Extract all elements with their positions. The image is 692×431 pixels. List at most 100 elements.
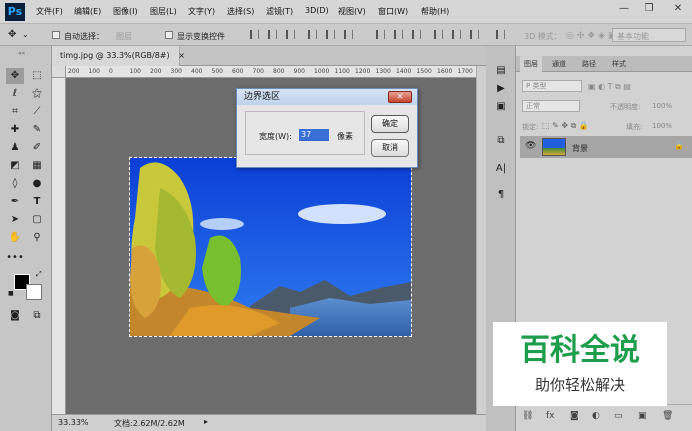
menu-window[interactable]: 窗口(W) bbox=[378, 6, 408, 17]
marquee-tool-icon[interactable]: ⬚ bbox=[28, 68, 46, 84]
new-layer-icon[interactable]: ▣ bbox=[638, 411, 647, 421]
healing-brush-tool-icon[interactable]: ✚ bbox=[6, 122, 24, 138]
menu-file[interactable]: 文件(F) bbox=[36, 6, 63, 17]
add-mask-icon[interactable]: ◙ bbox=[570, 411, 579, 421]
menu-layer[interactable]: 图层(L) bbox=[150, 6, 177, 17]
tab-close-icon[interactable]: × bbox=[178, 51, 185, 60]
character-icon[interactable]: A| bbox=[493, 162, 509, 176]
align-right-icon[interactable] bbox=[344, 30, 353, 39]
ruler-tick-label: 900 bbox=[293, 68, 305, 75]
move-tool-icon[interactable]: ✥ bbox=[6, 68, 24, 84]
status-menu-icon[interactable]: ▸ bbox=[204, 417, 208, 426]
distribute-bottom-icon[interactable] bbox=[412, 30, 421, 39]
minimize-button[interactable]: — bbox=[612, 0, 636, 18]
fill-value[interactable]: 100% bbox=[652, 122, 672, 130]
auto-select-checkbox[interactable] bbox=[52, 31, 60, 39]
ruler-origin[interactable] bbox=[52, 66, 66, 78]
adjustments-icon[interactable]: ▣ bbox=[493, 100, 509, 114]
move-tool-icon[interactable]: ✥ bbox=[8, 29, 16, 40]
workspace-label: 基本功能 bbox=[617, 32, 649, 41]
pen-tool-icon[interactable]: ✒ bbox=[6, 194, 24, 210]
background-color-swatch[interactable] bbox=[26, 284, 42, 300]
quick-mask-icon[interactable]: ◙ bbox=[6, 308, 24, 324]
auto-select-dropdown[interactable]: 图层 bbox=[116, 31, 132, 42]
play-icon[interactable]: ▶ bbox=[493, 82, 509, 96]
align-left-icon[interactable] bbox=[308, 30, 317, 39]
restore-button[interactable]: ❐ bbox=[637, 0, 661, 18]
default-colors-icon[interactable]: ■ bbox=[8, 290, 14, 297]
tab-channels[interactable]: 通道 bbox=[548, 56, 570, 72]
tab-layers[interactable]: 图层 bbox=[520, 56, 542, 72]
lock-icons[interactable]: ⬚ ✎ ✥ ⧉ 🔒 bbox=[542, 121, 589, 131]
dialog-close-button[interactable]: ✕ bbox=[388, 91, 412, 103]
menu-help[interactable]: 帮助(H) bbox=[421, 6, 449, 17]
clone-source-icon[interactable]: ⧉ bbox=[493, 134, 509, 148]
ruler-tick-label: 1100 bbox=[334, 68, 350, 75]
menu-type[interactable]: 文字(Y) bbox=[188, 6, 215, 17]
close-window-button[interactable]: ✕ bbox=[664, 0, 692, 18]
type-tool-icon[interactable]: T bbox=[28, 194, 46, 210]
cancel-button[interactable]: 取消 bbox=[371, 139, 409, 157]
layer-filter-dropdown[interactable]: P 类型 bbox=[522, 80, 582, 92]
workspace-dropdown[interactable]: 基本功能 bbox=[612, 28, 686, 42]
3d-rotate-icon[interactable]: ◎ ✣ ❖ ◈ ▣ bbox=[566, 31, 616, 41]
gradient-tool-icon[interactable]: ▦ bbox=[28, 158, 46, 174]
distribute-right-icon[interactable] bbox=[470, 30, 479, 39]
new-group-icon[interactable]: ▭ bbox=[614, 411, 623, 421]
distribute-vcenter-icon[interactable] bbox=[394, 30, 403, 39]
show-transform-checkbox[interactable] bbox=[165, 31, 173, 39]
document-tab[interactable]: timg.jpg @ 33.3%(RGB/8#) × bbox=[52, 46, 185, 66]
dodge-tool-icon[interactable]: ● bbox=[28, 176, 46, 192]
history-icon[interactable]: ▤ bbox=[493, 64, 509, 78]
delete-layer-icon[interactable]: 🗑 bbox=[662, 411, 673, 421]
path-selection-tool-icon[interactable]: ➤ bbox=[6, 212, 24, 228]
brush-tool-icon[interactable]: ✎ bbox=[28, 122, 46, 138]
auto-align-icon[interactable] bbox=[496, 30, 505, 39]
more-tools-icon[interactable]: ••• bbox=[6, 250, 24, 266]
ok-button[interactable]: 确定 bbox=[371, 115, 409, 133]
menu-image[interactable]: 图像(I) bbox=[113, 6, 138, 17]
link-layers-icon[interactable]: ⛓ bbox=[522, 411, 533, 421]
align-vcenter-icon[interactable] bbox=[268, 30, 277, 39]
menu-edit[interactable]: 编辑(E) bbox=[74, 6, 101, 17]
menu-select[interactable]: 选择(S) bbox=[227, 6, 254, 17]
screen-mode-icon[interactable]: ⧉ bbox=[28, 308, 46, 324]
blur-tool-icon[interactable]: ◊ bbox=[6, 176, 24, 192]
eye-icon[interactable]: 👁 bbox=[525, 141, 536, 151]
zoom-tool-icon[interactable]: ⚲ bbox=[28, 230, 46, 246]
distribute-top-icon[interactable] bbox=[376, 30, 385, 39]
align-top-icon[interactable] bbox=[250, 30, 259, 39]
distribute-left-icon[interactable] bbox=[434, 30, 443, 39]
menu-view[interactable]: 视图(V) bbox=[338, 6, 366, 17]
eraser-tool-icon[interactable]: ◩ bbox=[6, 158, 24, 174]
width-input[interactable] bbox=[299, 129, 329, 141]
chevron-down-icon[interactable]: ⌄ bbox=[22, 30, 29, 39]
collapse-icon[interactable]: «« bbox=[18, 50, 25, 57]
paragraph-icon[interactable]: ¶ bbox=[493, 188, 509, 202]
swap-colors-icon[interactable]: ⤢ bbox=[36, 270, 42, 279]
blend-mode-dropdown[interactable]: 正常 bbox=[522, 100, 580, 112]
crop-tool-icon[interactable]: ⌗ bbox=[6, 104, 24, 120]
vertical-scrollbar[interactable] bbox=[476, 66, 486, 414]
ruler-tick-label: 1000 bbox=[314, 68, 330, 75]
distribute-hcenter-icon[interactable] bbox=[452, 30, 461, 39]
clone-stamp-tool-icon[interactable]: ♟ bbox=[6, 140, 24, 156]
history-brush-tool-icon[interactable]: ✐ bbox=[28, 140, 46, 156]
shape-tool-icon[interactable]: ▢ bbox=[28, 212, 46, 228]
magic-wand-tool-icon[interactable]: ⚝ bbox=[28, 86, 46, 102]
opacity-value[interactable]: 100% bbox=[652, 102, 672, 110]
layer-row-background[interactable]: 👁 背景 🔒 bbox=[520, 136, 692, 158]
align-hcenter-icon[interactable] bbox=[326, 30, 335, 39]
hand-tool-icon[interactable]: ✋ bbox=[6, 230, 24, 246]
menu-filter[interactable]: 滤镜(T) bbox=[266, 6, 293, 17]
menu-3d[interactable]: 3D(D) bbox=[305, 6, 329, 15]
align-bottom-icon[interactable] bbox=[286, 30, 295, 39]
zoom-level[interactable]: 33.33% bbox=[58, 418, 89, 427]
layer-style-icon[interactable]: fx bbox=[546, 411, 555, 421]
lasso-tool-icon[interactable]: ℓ bbox=[6, 86, 24, 102]
eyedropper-tool-icon[interactable]: ⟋ bbox=[28, 104, 46, 120]
filter-icons[interactable]: ▣ ◐ T ⧉ ▤ bbox=[588, 82, 631, 92]
tab-paths[interactable]: 路径 bbox=[578, 56, 600, 72]
tab-styles[interactable]: 样式 bbox=[608, 56, 630, 72]
adjustment-layer-icon[interactable]: ◐ bbox=[592, 411, 600, 421]
